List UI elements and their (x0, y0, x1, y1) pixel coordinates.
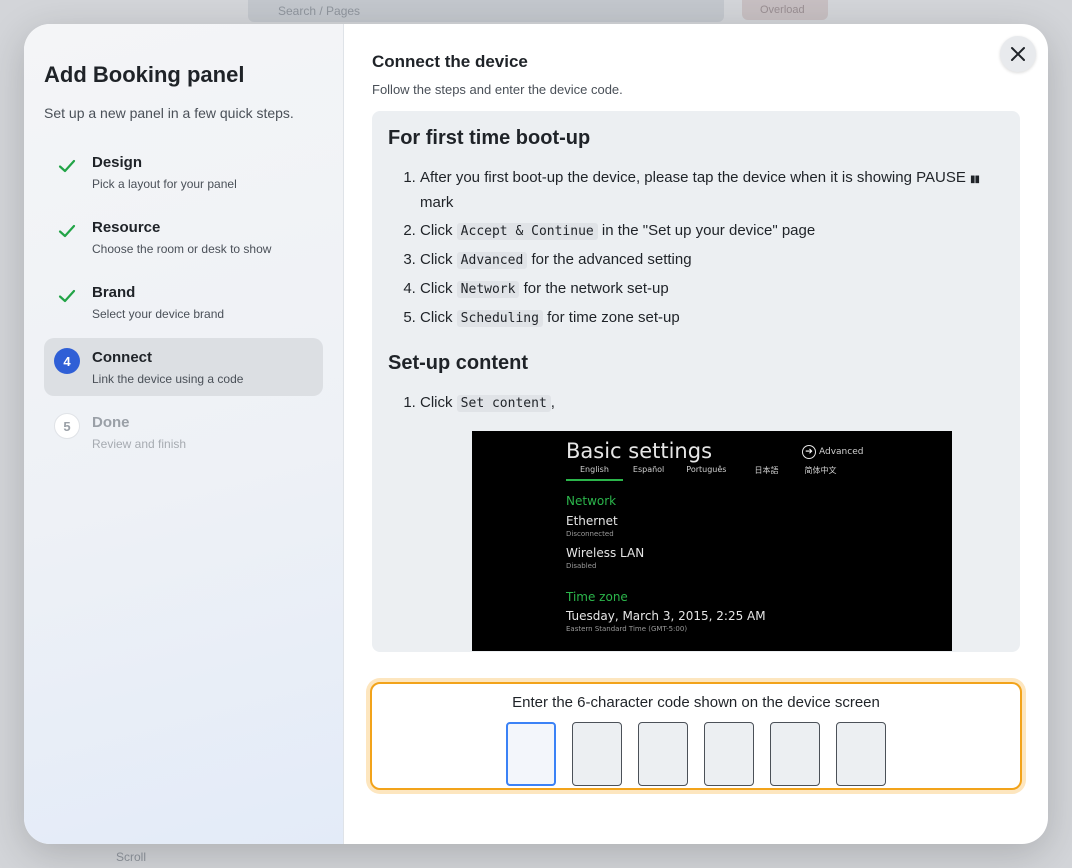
list-item: Click Scheduling for time zone set-up (420, 306, 1004, 330)
background-search-placeholder: Search / Pages (278, 4, 361, 18)
list-item: Click Accept & Continue in the "Set up y… (420, 219, 1004, 243)
setup-content-steps: Click Set content, (388, 391, 1004, 415)
screenshot-network-heading: Network (566, 494, 617, 508)
check-icon (54, 283, 80, 309)
step-title: Connect (92, 349, 152, 366)
language-tab: Português (686, 465, 727, 474)
step-title: Done (92, 414, 130, 431)
step-description: Review and finish (92, 437, 187, 451)
code-digit-4[interactable] (704, 722, 754, 786)
step-brand[interactable]: Brand Select your device brand (44, 273, 323, 331)
language-tab: English (566, 465, 623, 481)
list-item: Click Advanced for the advanced setting (420, 248, 1004, 272)
check-icon (54, 153, 80, 179)
language-tab: 日本語 (754, 466, 779, 475)
wizard-steps: Design Pick a layout for your panel Reso… (44, 143, 323, 461)
list-item: Click Network for the network set-up (420, 277, 1004, 301)
step-connect[interactable]: 4 Connect Link the device using a code (44, 338, 323, 396)
wizard-sidebar: Add Booking panel Set up a new panel in … (24, 24, 344, 844)
step-description: Link the device using a code (92, 372, 244, 386)
arrow-right-icon: ➔ (802, 445, 816, 459)
step-design[interactable]: Design Pick a layout for your panel (44, 143, 323, 201)
background-button-label: Overload (760, 4, 805, 16)
close-button[interactable] (1000, 36, 1036, 72)
section-title: Connect the device (372, 52, 528, 71)
code-entry-label: Enter the 6-character code shown on the … (512, 694, 880, 711)
inline-code: Advanced (456, 252, 528, 269)
step-description: Choose the room or desk to show (92, 242, 272, 256)
screenshot-title: Basic settings (566, 439, 713, 463)
close-icon (1011, 47, 1025, 61)
background-search-bar: Search / Pages (248, 0, 724, 22)
first-boot-heading: For first time boot-up (388, 127, 591, 149)
step-resource[interactable]: Resource Choose the room or desk to show (44, 208, 323, 266)
step-number-badge: 4 (54, 348, 80, 374)
connect-device-content: Connect the device Follow the steps and … (344, 24, 1048, 844)
code-digit-1[interactable] (506, 722, 556, 786)
language-tab: 简体中文 (804, 466, 837, 475)
inline-code: Set content (456, 395, 551, 412)
step-description: Select your device brand (92, 307, 225, 321)
screenshot-advanced: ➔ Advanced (802, 445, 863, 459)
section-subtitle: Follow the steps and enter the device co… (372, 82, 623, 97)
first-boot-steps: After you first boot-up the device, plea… (388, 166, 1004, 330)
screenshot-ethernet: Ethernet (566, 514, 618, 528)
list-item: Click Set content, (420, 391, 1004, 415)
step-done: 5 Done Review and finish (44, 403, 323, 461)
device-code-entry: Enter the 6-character code shown on the … (370, 682, 1022, 790)
code-inputs (372, 722, 1020, 786)
inline-code: Accept & Continue (456, 223, 598, 240)
device-settings-screenshot: Basic settings ➔ Advanced English Españo… (472, 431, 952, 651)
screenshot-wireless-status: Disabled (566, 562, 597, 570)
code-digit-6[interactable] (836, 722, 886, 786)
code-digit-3[interactable] (638, 722, 688, 786)
setup-content-heading: Set-up content (388, 352, 528, 374)
step-title: Brand (92, 284, 136, 301)
screenshot-datetime: Tuesday, March 3, 2015, 2:25 AM (566, 609, 766, 623)
step-title: Resource (92, 219, 161, 236)
screenshot-ethernet-status: Disconnected (566, 530, 614, 538)
add-booking-panel-modal: Add Booking panel Set up a new panel in … (24, 24, 1048, 844)
background-button: Overload (742, 0, 828, 20)
screenshot-wireless: Wireless LAN (566, 546, 645, 560)
code-digit-5[interactable] (770, 722, 820, 786)
modal-title: Add Booking panel (44, 62, 245, 87)
screenshot-timezone-heading: Time zone (566, 590, 628, 604)
inline-code: Network (456, 281, 520, 298)
pause-icon: ▮▮ (970, 174, 980, 185)
modal-subtitle: Set up a new panel in a few quick steps. (44, 105, 294, 121)
language-tab: Español (632, 465, 665, 474)
screenshot-timezone: Eastern Standard Time (GMT-5:00) (566, 625, 688, 633)
screenshot-language-tabs: English Español Português 日本語 简体中文 (566, 465, 860, 481)
step-description: Pick a layout for your panel (92, 177, 237, 191)
step-number-badge: 5 (54, 413, 80, 439)
background-bottom-text: Scroll (116, 850, 147, 864)
code-digit-2[interactable] (572, 722, 622, 786)
list-item: After you first boot-up the device, plea… (420, 166, 1004, 214)
instructions-panel[interactable]: For first time boot-up After you first b… (372, 111, 1020, 652)
inline-code: Scheduling (456, 310, 543, 327)
step-title: Design (92, 154, 143, 171)
check-icon (54, 218, 80, 244)
